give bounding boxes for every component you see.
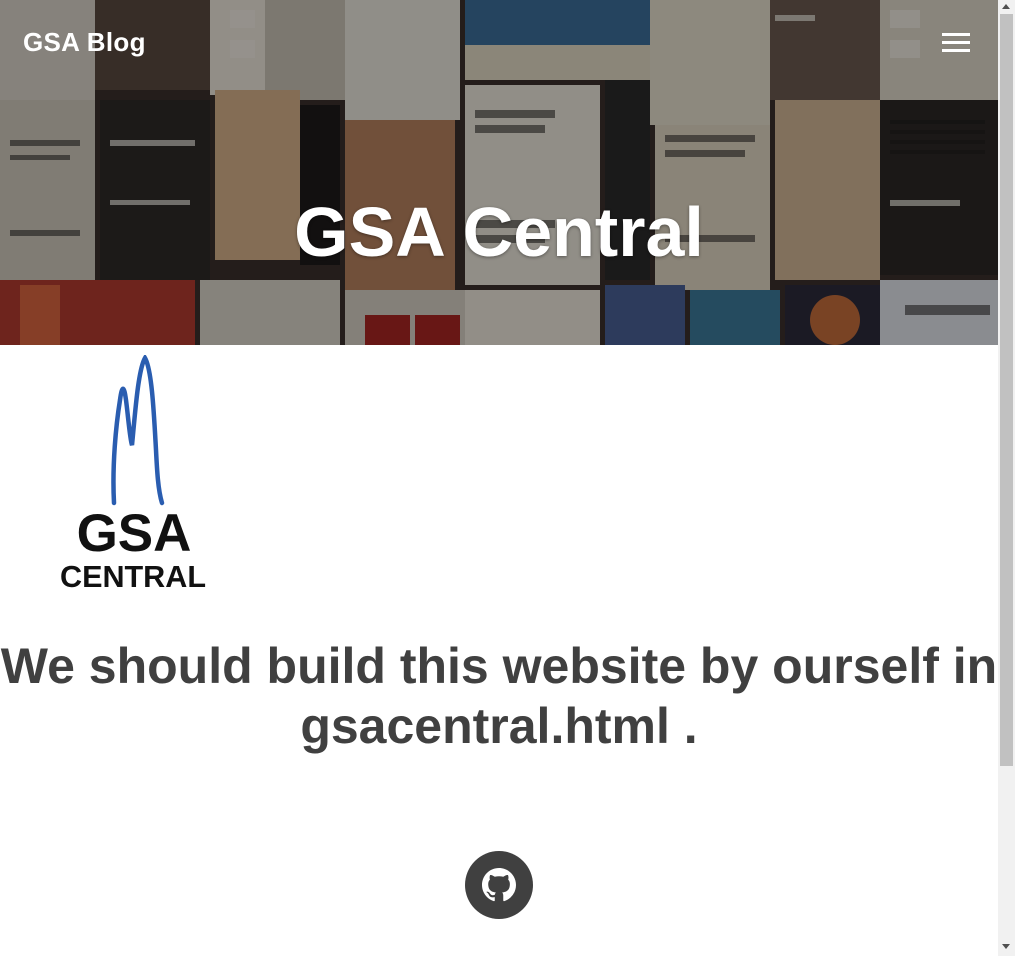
github-link[interactable] [465,851,533,919]
logo-text-central: CENTRAL [60,559,206,593]
brand-link[interactable]: GSA Blog [23,27,146,57]
page: GSA Blog GSA Central GSA CENTRAL We shou… [0,0,998,956]
menu-toggle-button[interactable] [940,30,972,56]
hero-overlay [0,0,998,345]
gsa-central-logo: GSA CENTRAL [60,355,206,593]
scroll-down-icon[interactable] [1002,944,1010,949]
hero-title: GSA Central [294,192,704,271]
hamburger-menu-icon [942,33,970,36]
scroll-up-icon[interactable] [1002,4,1010,9]
vertical-scrollbar[interactable] [998,0,1015,956]
scrollbar-thumb[interactable] [1000,14,1013,766]
github-icon [482,868,516,902]
logo-text-gsa: GSA [77,504,192,563]
hero-header: GSA Blog GSA Central [0,0,998,345]
main-heading: We should build this website by ourself … [0,638,998,754]
